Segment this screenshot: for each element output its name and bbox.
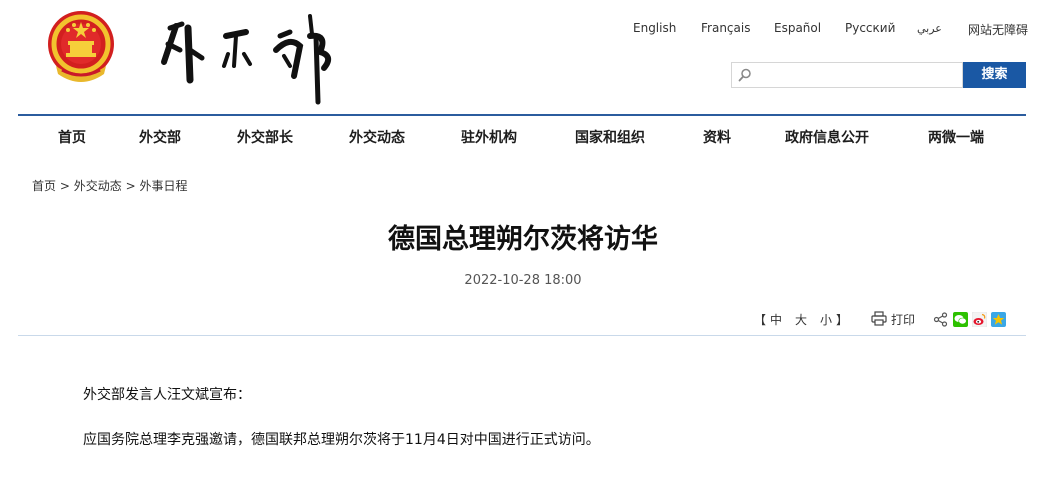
share-icon[interactable] [933,312,948,327]
national-emblem-icon[interactable] [44,8,118,88]
nav-item-missions[interactable]: 驻外机构 [461,127,517,147]
ministry-logo[interactable] [150,6,350,106]
breadcrumb-activities[interactable]: 外交动态 [74,179,122,193]
breadcrumb-home[interactable]: 首页 [32,179,56,193]
article-paragraph: 外交部发言人汪文斌宣布： [83,387,251,403]
lang-arabic-link[interactable]: عربي [917,22,942,35]
lang-spanish-link[interactable]: Español [774,21,821,35]
weibo-icon[interactable] [972,312,987,327]
search-button[interactable]: 搜索 [963,62,1026,88]
nav-item-activities[interactable]: 外交动态 [349,127,405,147]
nav-item-social[interactable]: 两微一端 [928,127,984,147]
breadcrumb: 首页 > 外交动态 > 外事日程 [32,177,187,194]
print-button[interactable]: 打印 [891,311,915,328]
font-size-bracket-open: 【 [754,313,767,327]
lang-russian-link[interactable]: Русский [845,21,895,35]
language-bar: English Français Español Русский عربي 网站… [610,21,1040,39]
print-icon[interactable] [871,311,887,326]
search-icon [738,68,751,82]
content-divider [18,335,1026,336]
font-size-small-button[interactable]: 小 [820,311,832,328]
font-size-medium-button[interactable]: 中 [770,311,782,328]
breadcrumb-schedule[interactable]: 外事日程 [139,179,187,193]
nav-item-countries[interactable]: 国家和组织 [575,127,645,147]
wechat-icon[interactable] [953,312,968,327]
nav-item-home[interactable]: 首页 [58,127,86,147]
lang-english-link[interactable]: English [633,21,676,35]
nav-item-minister[interactable]: 外交部长 [237,127,293,147]
lang-french-link[interactable]: Français [701,21,750,35]
qzone-icon[interactable] [991,312,1006,327]
font-size-bracket-close: 】 [836,313,849,327]
nav-item-gov-info[interactable]: 政府信息公开 [785,127,869,147]
article-paragraph: 应国务院总理李克强邀请，德国联邦总理朔尔茨将于11月4日对中国进行正式访问。 [83,432,600,448]
accessibility-link[interactable]: 网站无障碍 [968,21,1028,38]
search-input[interactable] [758,65,958,85]
article-title: 德国总理朔尔茨将访华 [388,224,658,255]
nav-item-resources[interactable]: 资料 [703,127,731,147]
breadcrumb-separator: > [59,179,74,193]
article-date: 2022-10-28 18:00 [464,273,582,288]
font-size-large-button[interactable]: 大 [795,311,807,328]
breadcrumb-separator: > [125,179,140,193]
main-nav: 首页 外交部 外交部长 外交动态 驻外机构 国家和组织 资料 政府信息公开 两微… [18,116,1026,156]
site-header: English Français Español Русский عربي 网站… [0,0,1046,116]
search-box [731,62,963,88]
nav-item-ministry[interactable]: 外交部 [139,127,181,147]
